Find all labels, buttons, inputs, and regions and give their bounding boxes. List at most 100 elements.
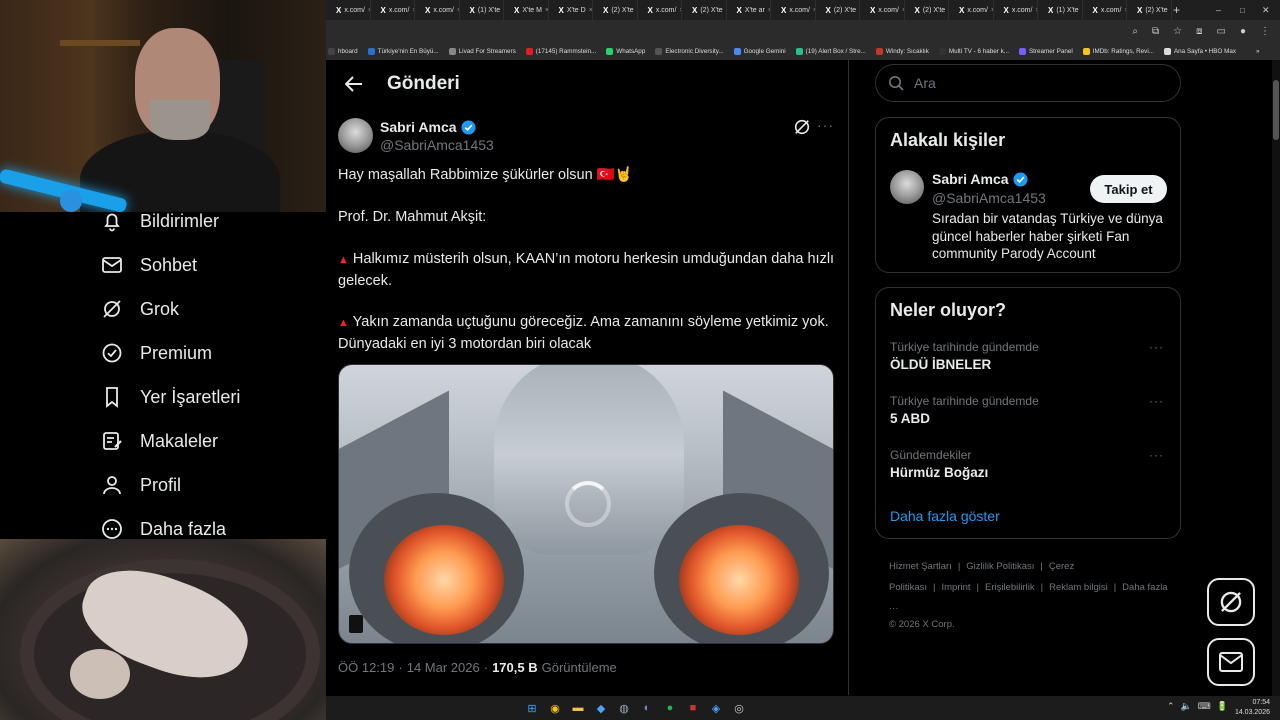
back-button[interactable] [338, 74, 370, 94]
bookmark-item[interactable]: Google Gemini [733, 47, 786, 55]
bookmark-item[interactable]: WhatsApp [606, 47, 645, 55]
bookmark-item[interactable]: hboard [328, 47, 358, 55]
browser-tab[interactable]: X(1) X'te× [1038, 0, 1083, 20]
bookmark-item[interactable]: (17145) Rammstein... [525, 47, 596, 55]
minimize-button[interactable]: – [1216, 0, 1221, 20]
footer-link[interactable]: Erişilebilirlik [985, 582, 1035, 593]
related-avatar[interactable] [890, 170, 924, 204]
footer-link[interactable]: Imprint [941, 582, 970, 593]
grok-icon[interactable] [793, 118, 811, 136]
related-name[interactable]: Sabri Amca [932, 171, 1028, 187]
system-tray[interactable]: ⌃ 🔈 ⌨ 🔋 [1167, 701, 1228, 712]
browser-tab[interactable]: X(2) X'te× [1127, 0, 1172, 20]
sidebar-item-sohbet[interactable]: Sohbet [100, 250, 197, 280]
browser-tab[interactable]: Xx.com/× [638, 0, 682, 20]
bookmark-item[interactable]: Ana Sayfa • HBO Max [1163, 47, 1236, 55]
sidepanel-icon[interactable]: ▭ [1217, 26, 1226, 37]
author-name[interactable]: Sabri Amca [380, 119, 476, 135]
browser-tab[interactable]: Xx.com/× [860, 0, 905, 20]
sidebar-item-makaleler[interactable]: Makaleler [100, 426, 218, 456]
post-date[interactable]: 14 Mar 2026 [407, 660, 480, 675]
browser-tab[interactable]: X(2) X'te× [593, 0, 638, 20]
trend-item[interactable]: Türkiye tarihinde gündemde 5 ABD ··· [890, 394, 1170, 426]
verified-badge-icon [1012, 171, 1028, 187]
browser-tab[interactable]: Xx.com/× [771, 0, 816, 20]
author-avatar[interactable] [338, 118, 373, 153]
app-icon[interactable]: ◆ [591, 698, 611, 718]
extensions-icon[interactable]: ⧈ [1196, 26, 1202, 37]
menu-icon[interactable]: ⋮ [1260, 26, 1270, 37]
close-window-button[interactable]: ✕ [1262, 0, 1270, 20]
star-icon[interactable]: ☆ [1173, 26, 1182, 37]
bookmark-item[interactable]: Multi TV - 6 haber k... [938, 47, 1009, 55]
tray-icon[interactable]: 🔈 [1181, 701, 1192, 712]
tray-icon[interactable]: 🔋 [1217, 701, 1228, 712]
maximize-button[interactable]: □ [1240, 0, 1245, 20]
messages-fab-button[interactable] [1207, 638, 1255, 686]
cast-icon[interactable]: ⧉ [1152, 26, 1159, 37]
bookmark-item[interactable]: Türkiye'nin En Büyü... [367, 47, 439, 55]
scrollbar[interactable] [1272, 60, 1280, 696]
zoom-icon[interactable]: ⌕ [1132, 26, 1138, 37]
bookmark-item[interactable]: Electronic Diversity... [655, 47, 724, 55]
follow-button[interactable]: Takip et [1090, 175, 1167, 203]
post-media-video[interactable] [338, 364, 834, 644]
tray-icon[interactable]: ⌃ [1167, 701, 1175, 712]
browser-tab[interactable]: Xx.com/× [994, 0, 1038, 20]
clock[interactable]: 07:54 14.03.2026 [1235, 698, 1270, 718]
related-handle[interactable]: @SabriAmca1453 [932, 190, 1046, 206]
browser-tab[interactable]: X(2) X'te× [682, 0, 727, 20]
new-tab-button[interactable]: + [1173, 0, 1180, 20]
chrome-icon[interactable]: ◉ [545, 698, 565, 718]
media-control-icon[interactable] [349, 615, 363, 633]
browser-tab[interactable]: X(1) X'te× [460, 0, 504, 20]
browser-tab[interactable]: XX'te M× [504, 0, 549, 20]
tray-icon[interactable]: ⌨ [1198, 701, 1211, 712]
post-time[interactable]: ÖÖ 12:19 [338, 660, 394, 675]
bookmark-item[interactable]: Windy: Sıcaklık [875, 47, 929, 55]
sidebar-item-profil[interactable]: Profil [100, 470, 181, 500]
discord-icon[interactable]: ◐ [637, 698, 657, 718]
browser-tab[interactable]: X(2) X'te× [905, 0, 949, 20]
explorer-icon[interactable]: ▬ [568, 698, 588, 718]
close-tab-icon[interactable]: × [1171, 7, 1172, 14]
browser-tab[interactable]: Xx.com/× [949, 0, 994, 20]
browser-tab[interactable]: Xx.com/× [371, 0, 415, 20]
author-handle[interactable]: @SabriAmca1453 [380, 137, 494, 153]
bookmark-item[interactable]: Livad For Streamers [448, 47, 516, 55]
trend-more-icon[interactable]: ··· [1149, 340, 1164, 354]
browser-tab[interactable]: X(2) X'te× [816, 0, 860, 20]
bookmark-item[interactable]: Streamer Panel [1018, 47, 1073, 55]
steam-icon[interactable]: ◍ [614, 698, 634, 718]
trend-item[interactable]: Gündemdekiler Hürmüz Boğazı ··· [890, 448, 1170, 480]
sidebar-item-premium[interactable]: Premium [100, 338, 212, 368]
sidebar-item-bildirimler[interactable]: Bildirimler [100, 206, 219, 236]
bookmark-item[interactable]: » [1246, 48, 1260, 55]
browser-tab[interactable]: XX'te ar× [727, 0, 771, 20]
app-icon[interactable]: ◈ [706, 698, 726, 718]
start-icon[interactable]: ⊞ [522, 698, 542, 718]
bookmark-item[interactable]: (19) Alert Box / Stre... [795, 47, 866, 55]
trend-item[interactable]: Türkiye tarihinde gündemde ÖLDÜ İBNELER ··… [890, 340, 1170, 372]
bookmark-item[interactable]: IMDb: Ratings, Revi... [1082, 47, 1154, 55]
footer-link[interactable]: Reklam bilgisi [1049, 582, 1108, 593]
trend-more-icon[interactable]: ··· [1149, 448, 1164, 462]
search-box[interactable]: Ara [875, 64, 1181, 102]
profile-icon[interactable]: ● [1240, 26, 1246, 37]
app-icon[interactable]: ■ [683, 698, 703, 718]
sidebar-item-grok[interactable]: Grok [100, 294, 179, 324]
browser-tab[interactable]: Xx.com/× [1083, 0, 1127, 20]
post-more-button[interactable]: ··· [817, 118, 837, 136]
spotify-icon[interactable]: ● [660, 698, 680, 718]
trend-more-icon[interactable]: ··· [1149, 394, 1164, 408]
grok-fab-button[interactable] [1207, 578, 1255, 626]
footer-link[interactable]: Gizlilik Politikası [966, 561, 1034, 572]
browser-tab[interactable]: Xx.com/× [415, 0, 460, 20]
show-more-link[interactable]: Daha fazla göster [890, 508, 1000, 524]
footer-link[interactable]: Hizmet Şartları [889, 561, 952, 572]
sidebar-item-yer-i̇şaretleri[interactable]: Yer İşaretleri [100, 382, 240, 412]
browser-tab[interactable]: Xx.com/× [326, 0, 371, 20]
app-icon[interactable]: ◎ [729, 698, 749, 718]
scrollbar-thumb[interactable] [1273, 80, 1279, 140]
browser-tab[interactable]: X X'te D × [549, 0, 593, 20]
